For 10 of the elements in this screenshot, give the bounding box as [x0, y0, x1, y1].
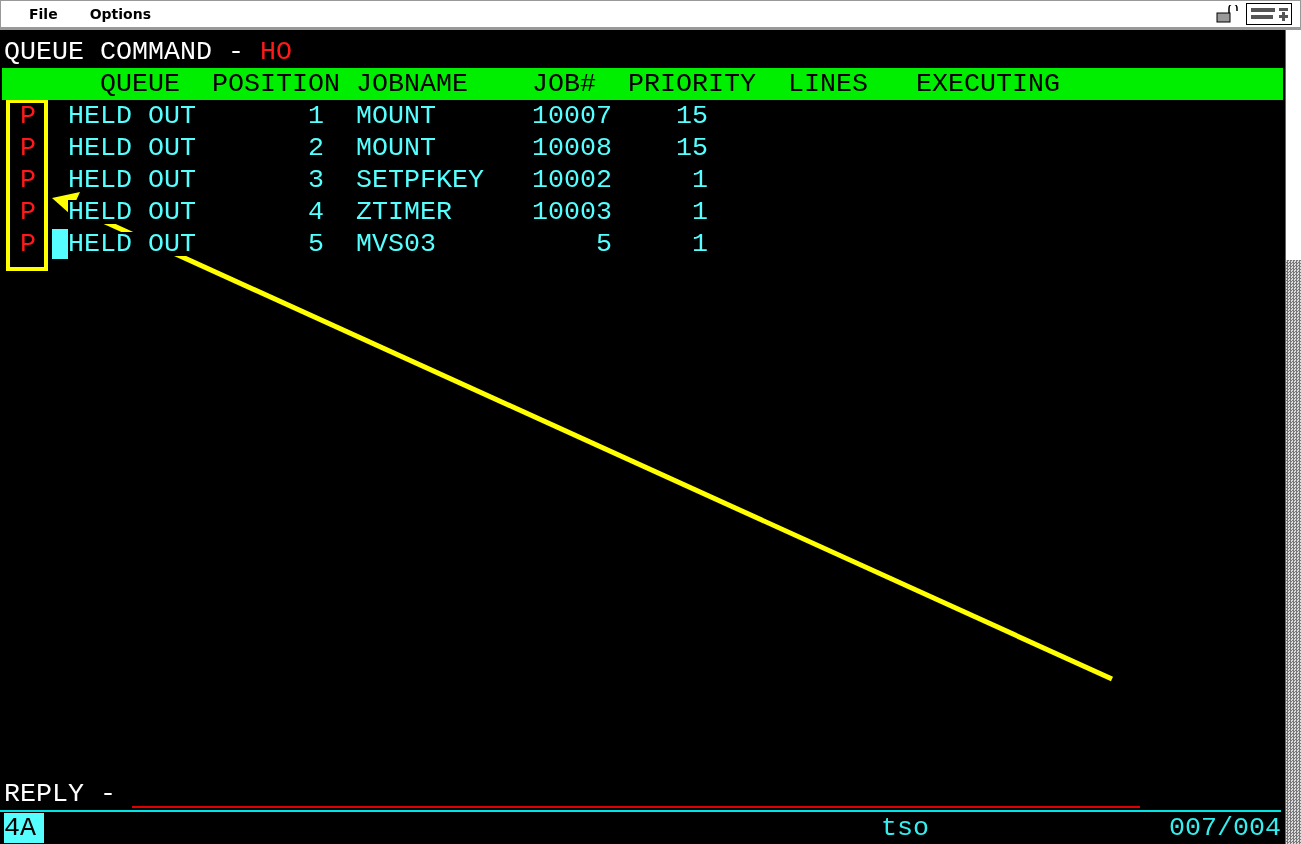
keyboard-lock-icon: [1216, 5, 1238, 23]
menu-item[interactable]: Options: [89, 6, 151, 22]
status-indicator: 4A: [4, 813, 44, 843]
column-header: QUEUE: [100, 72, 180, 96]
queue-cell: HELD OUT: [68, 200, 196, 224]
menu-item[interactable]: File: [29, 6, 58, 22]
session-name: tso: [881, 813, 929, 843]
queue-cell: HELD OUT: [68, 232, 196, 256]
cursor-position: 007/004: [1169, 813, 1281, 843]
keyboard-icon[interactable]: [1246, 3, 1292, 25]
